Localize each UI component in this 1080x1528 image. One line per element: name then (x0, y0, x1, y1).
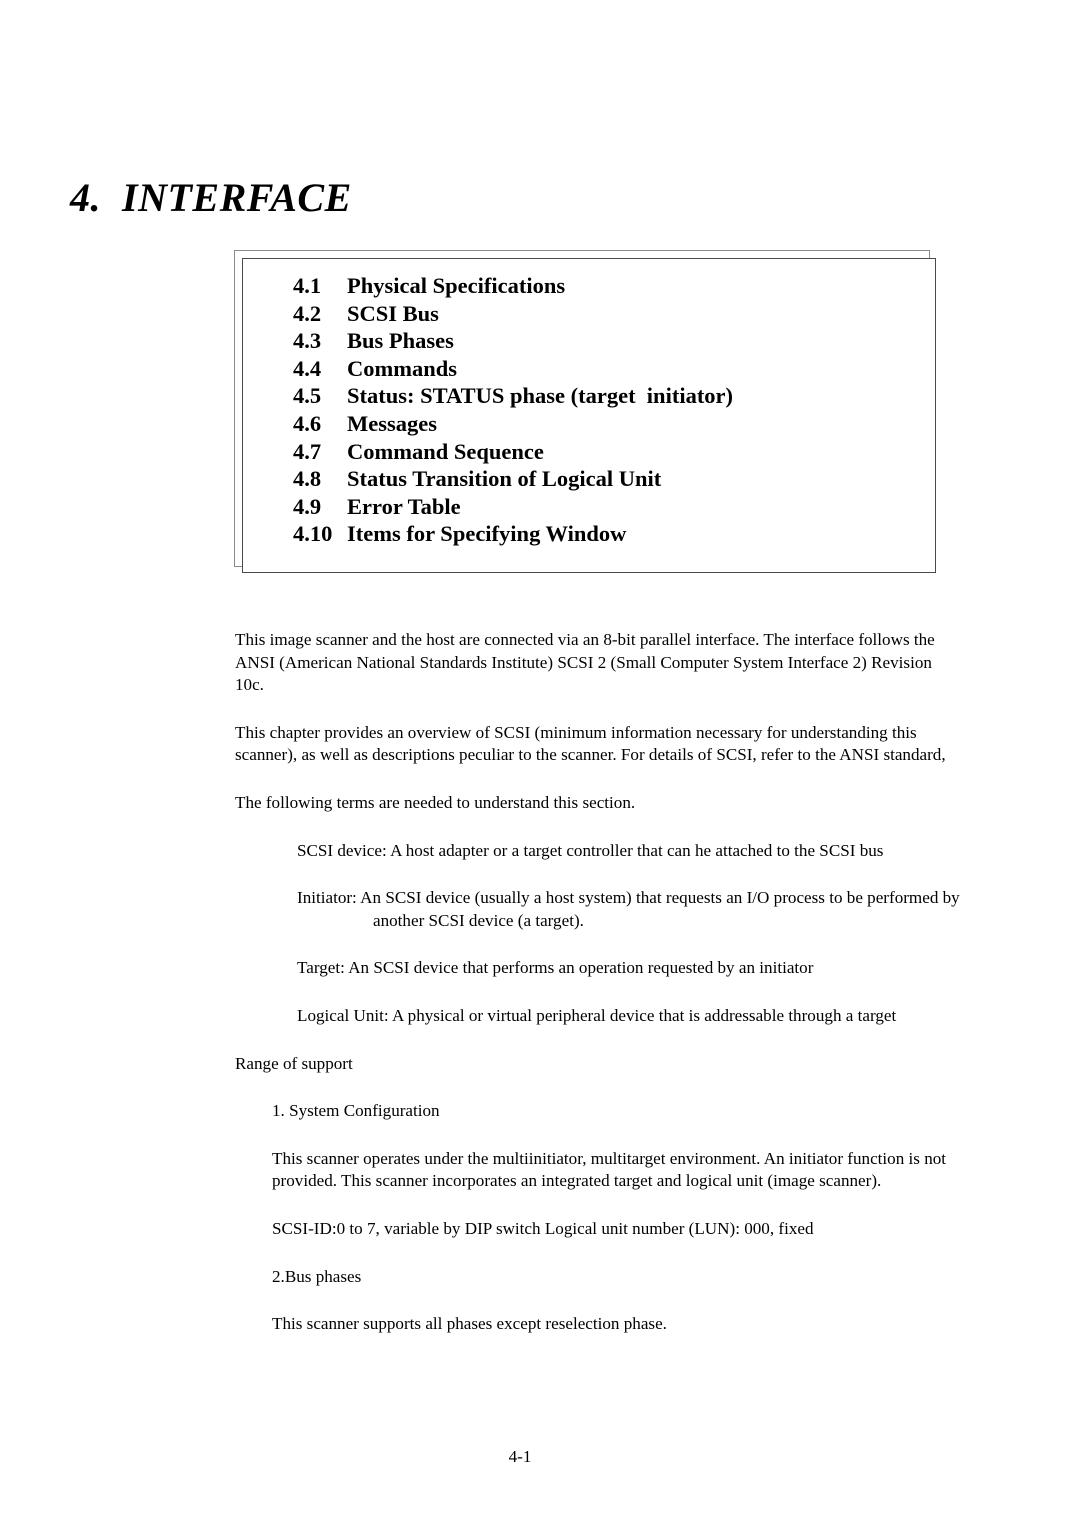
section-1-paragraph: This scanner operates under the multiini… (272, 1148, 947, 1191)
toc-entry-label: Status Transition of Logical Unit (347, 466, 662, 492)
toc-entry-number: 4.10 (293, 521, 333, 547)
section-1-heading: 1. System Configuration (272, 1101, 440, 1121)
toc-entry-label: Command Sequence (347, 438, 544, 464)
definition-term: Target: (297, 958, 345, 978)
toc-entry-label: Bus Phases (347, 328, 454, 354)
toc-entry-label: Messages (347, 410, 437, 436)
intro-paragraph-2: This chapter provides an overview of SCS… (235, 722, 946, 765)
toc-entry-number: 4.6 (293, 410, 322, 436)
document-page: 4. INTERFACE 4.1 Physical Specifications… (0, 0, 1080, 1528)
toc-entry[interactable]: 4.10 Items for Specifying Window (293, 520, 903, 548)
toc-entry-label: Status: STATUS phase (target initiator) (347, 383, 734, 409)
toc-entry[interactable]: 4.6 Messages (293, 410, 903, 438)
toc-entry[interactable]: 4.7 Command Sequence (293, 438, 903, 466)
section-2-heading: 2.Bus phases (272, 1266, 362, 1286)
page-title: 4. INTERFACE (70, 175, 352, 220)
toc-entry[interactable]: 4.8 Status Transition of Logical Unit (293, 465, 903, 493)
toc-entry[interactable]: 4.1 Physical Specifications (293, 272, 903, 300)
toc-entry-label: Physical Specifications (347, 273, 566, 298)
definition-term: SCSI device: (297, 840, 387, 860)
toc-entry[interactable]: 4.9 Error Table (293, 493, 903, 521)
definition-text: An SCSI device (usually a host system) t… (360, 888, 960, 908)
toc-entry-number: 4.3 (293, 328, 322, 354)
chapter-contents-box: 4.1 Physical Specifications 4.2 SCSI Bus… (234, 250, 936, 573)
toc-entry-number: 4.5 (293, 383, 322, 409)
intro-paragraph-1: This image scanner and the host are conn… (235, 630, 935, 695)
definition-item: Initiator: An SCSI device (usually a hos… (235, 887, 963, 932)
chapter-contents-list: 4.1 Physical Specifications 4.2 SCSI Bus… (293, 272, 903, 548)
definition-item: Logical Unit: A physical or virtual peri… (235, 1005, 963, 1028)
scsi-id-line: SCSI-ID:0 to 7, variable by DIP switch L… (272, 1218, 814, 1238)
terminology-list: SCSI device: A host adapter or a target … (235, 840, 963, 1028)
terms-lead-in: The following terms are needed to unders… (235, 792, 636, 812)
page-number-footer: 4-1 (508, 1447, 532, 1466)
definition-term: Logical Unit: (297, 1005, 389, 1025)
definition-term: Initiator: (297, 888, 357, 908)
body-content: This image scanner and the host are conn… (235, 629, 963, 1361)
toc-entry-label: Commands (347, 355, 458, 381)
range-of-support-heading: Range of support (235, 1053, 353, 1073)
toc-entry-label: Items for Specifying Window (347, 521, 627, 547)
toc-entry-number: 4.4 (293, 355, 322, 381)
toc-entry-label: Error Table (347, 493, 461, 519)
toc-entry-number: 4.1 (293, 273, 322, 298)
toc-entry[interactable]: 4.4 Commands (293, 355, 903, 383)
toc-entry[interactable]: 4.3 Bus Phases (293, 327, 903, 355)
toc-entry[interactable]: 4.5 Status: STATUS phase (target initiat… (293, 382, 903, 410)
toc-entry-label: SCSI Bus (347, 300, 439, 326)
definition-continuation: another SCSI device (a target). (373, 910, 584, 930)
definition-item: SCSI device: A host adapter or a target … (235, 840, 963, 863)
toc-entry-number: 4.9 (293, 493, 322, 519)
toc-entry-number: 4.8 (293, 466, 322, 492)
definition-item: Target: An SCSI device that performs an … (235, 957, 963, 980)
definition-text: A physical or virtual peripheral device … (391, 1005, 897, 1025)
toc-entry[interactable]: 4.2 SCSI Bus (293, 300, 903, 328)
definition-text: An SCSI device that performs an operatio… (348, 958, 814, 978)
toc-entry-number: 4.7 (293, 438, 322, 464)
toc-entry-number: 4.2 (293, 300, 322, 326)
definition-text: A host adapter or a target controller th… (390, 840, 884, 860)
section-2-paragraph: This scanner supports all phases except … (272, 1314, 667, 1334)
